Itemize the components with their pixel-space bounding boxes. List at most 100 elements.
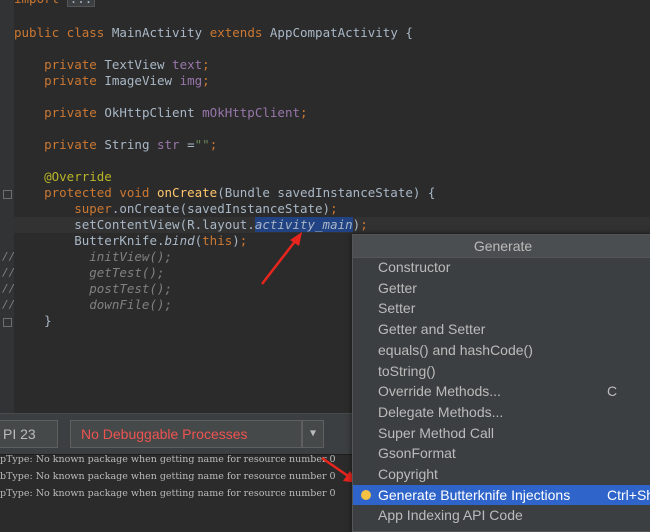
process-dropdown-icon[interactable]: ▼ [302, 420, 324, 448]
log-line: pType: No known package when getting nam… [0, 488, 336, 499]
menu-item-app-indexing-api-code[interactable]: App Indexing API Code [353, 505, 650, 526]
lightbulb-icon [361, 489, 371, 500]
menu-item-label: equals() and hashCode() [378, 341, 533, 358]
code-line[interactable]: private TextView text; [14, 57, 210, 73]
code-token: setContentView(R.layout. [14, 217, 255, 232]
menu-item-equals-and-hashcode[interactable]: equals() and hashCode() [353, 340, 650, 361]
code-token: img [179, 73, 203, 88]
log-line: pType: No known package when getting nam… [0, 454, 336, 465]
fold-toggle-icon[interactable] [3, 190, 12, 199]
code-line[interactable]: protected void onCreate(Bundle savedInst… [14, 185, 435, 201]
code-token: ; [239, 233, 248, 248]
comment-marker: // [2, 250, 16, 263]
code-line[interactable]: initView(); [14, 249, 172, 265]
code-line[interactable]: getTest(); [14, 265, 164, 281]
code-token: ButterKnife. [14, 233, 165, 248]
code-token: this [202, 233, 233, 248]
menu-item-label: Super Method Call [378, 424, 494, 441]
code-line[interactable]: private String str =""; [14, 137, 217, 153]
code-token: AppCompatActivity { [269, 25, 413, 40]
comment-marker: // [2, 266, 16, 279]
fold-toggle-icon[interactable] [3, 318, 12, 327]
editor-gutter [0, 0, 14, 413]
code-token: .onCreate(savedInstanceState) [111, 201, 331, 216]
code-line[interactable]: } [14, 313, 52, 329]
menu-item-label: toString() [378, 362, 436, 379]
code-token: ; [202, 73, 210, 88]
api-level-select[interactable]: PI 23 [0, 420, 58, 448]
code-token: public class [14, 25, 112, 40]
code-line[interactable]: private ImageView img; [14, 73, 210, 89]
comment-marker: // [2, 282, 16, 295]
code-token: ) [232, 233, 240, 248]
menu-item-label: Copyright [378, 466, 438, 482]
menu-item-label: Setter [378, 300, 416, 317]
code-token: private [14, 57, 105, 72]
log-line: bType: No known package when getting nam… [0, 471, 336, 482]
code-line[interactable]: import ... [14, 0, 96, 7]
code-token: onCreate [157, 185, 218, 200]
menu-item-setter[interactable]: Setter [353, 298, 650, 319]
menu-item-label: App Indexing API Code [378, 507, 523, 524]
code-token: "" [194, 137, 210, 152]
code-token: super [14, 201, 112, 216]
code-line[interactable]: public class MainActivity extends AppCom… [14, 25, 413, 41]
code-token: downFile(); [14, 297, 173, 312]
menu-item-label: Override Methods... [378, 383, 501, 400]
menu-item-label: Constructor [378, 259, 451, 275]
code-token: String [104, 137, 157, 152]
code-token: activity_main [254, 217, 353, 232]
code-token: import [14, 0, 67, 6]
popup-title: Generate [353, 235, 650, 258]
code-token: mOkHttpClient [202, 105, 300, 120]
code-line[interactable]: private OkHttpClient mOkHttpClient; [14, 105, 308, 121]
code-token: ; [300, 105, 308, 120]
code-token: initView(); [14, 249, 173, 264]
process-select[interactable]: No Debuggable Processes [70, 420, 302, 448]
code-token: str [157, 137, 188, 152]
comment-marker: // [2, 298, 16, 311]
menu-item-delegate-methods[interactable]: Delegate Methods... [353, 402, 650, 423]
menu-item-label: Delegate Methods... [378, 403, 504, 420]
code-token: } [14, 313, 52, 328]
menu-item-label: GsonFormat [378, 445, 456, 462]
code-token: OkHttpClient [104, 105, 203, 120]
generate-popup-menu: Generate Constructor Getter Setter Getter a… [352, 234, 650, 532]
menu-item-override-methods[interactable]: Override Methods... C [353, 381, 650, 402]
code-token: private [14, 137, 105, 152]
menu-item-getter-and-setter[interactable]: Getter and Setter [353, 319, 650, 340]
menu-item-shortcut: Ctrl+Sh [607, 486, 650, 503]
code-line[interactable]: ButterKnife.bind(this); [14, 233, 247, 249]
code-token: TextView [104, 57, 173, 72]
code-token: (Bundle savedInstanceState) { [217, 185, 436, 200]
code-token: postTest(); [14, 281, 173, 296]
code-token: private [14, 105, 105, 120]
code-line[interactable]: @Override [14, 169, 112, 185]
code-token: = [187, 137, 195, 152]
menu-item-copyright[interactable]: Copyright [353, 464, 650, 485]
menu-item-label: Getter and Setter [378, 321, 486, 338]
code-line[interactable]: super.onCreate(savedInstanceState); [14, 201, 338, 217]
menu-item-super-method-call[interactable]: Super Method Call [353, 423, 650, 444]
code-token: ; [330, 201, 338, 216]
menu-item-gsonformat[interactable]: GsonFormat [353, 443, 650, 464]
menu-item-constructor[interactable]: Constructor [353, 257, 650, 278]
code-token: protected void [14, 185, 157, 200]
code-token: extends [209, 25, 270, 40]
code-token: ; [209, 137, 218, 152]
code-token: MainActivity [111, 25, 210, 40]
code-line[interactable]: downFile(); [14, 297, 172, 313]
code-token: bind [164, 233, 195, 248]
code-line[interactable]: postTest(); [14, 281, 172, 297]
code-token: ; [360, 217, 368, 232]
menu-item-getter[interactable]: Getter [353, 278, 650, 299]
code-line[interactable]: setContentView(R.layout.activity_main); [14, 217, 368, 233]
menu-item-generate-butterknife-injections[interactable]: Generate Butterknife Injections Ctrl+Sh [353, 484, 650, 506]
code-token: private [14, 73, 105, 88]
code-token: text [172, 57, 203, 72]
menu-item-label: Generate Butterknife Injections [378, 486, 571, 503]
menu-item-label: Getter [378, 279, 417, 296]
menu-item-tostring[interactable]: toString() [353, 361, 650, 382]
menu-item-shortcut: C [607, 383, 618, 400]
code-token: @Override [14, 169, 112, 184]
